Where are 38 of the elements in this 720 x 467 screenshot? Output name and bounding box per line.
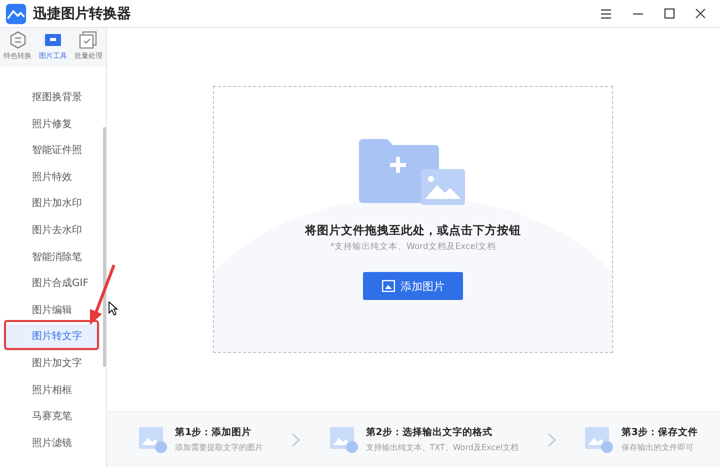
menu-item[interactable]: 智能消除笔 [6,244,100,272]
menu-item[interactable]: 马赛克笔 [6,404,100,431]
window-title: 迅捷图片转换器 [33,4,131,22]
menu-item[interactable]: 图片加文字 [6,350,100,378]
checklist-icon [79,31,98,49]
toolbox-icon [44,31,62,49]
menu-item[interactable]: 图片转文字 [6,324,100,351]
chevron-right-icon [292,432,300,446]
menu-item[interactable]: 照片特效 [6,164,100,192]
menu-item[interactable]: 图片加水印 [6,191,100,218]
step-image-icon [139,426,167,452]
menu-item[interactable]: 照片相框 [6,378,100,404]
step-title: 第2步：选择输出文字的格式 [366,426,494,439]
menu-item[interactable]: 抠图换背景 [6,85,100,112]
close-icon[interactable] [695,8,706,19]
chevron-right-icon [548,432,556,446]
logo-icon [5,2,27,24]
image-icon [382,280,394,292]
drop-title: 将图片文件拖拽至此处，或点击下方按钮 [305,223,521,238]
menu-item[interactable]: 照片修复 [6,112,100,138]
step-description: 添加需要提取文字的图片 [175,442,263,453]
step-description: 支持输出纯文本、TXT、Word及Excel文档 [366,442,519,453]
step-description: 保存输出的文件即可 [621,442,694,453]
step-title: 第3步：保存文件 [621,426,698,439]
swap-icon [8,31,27,49]
add-image-button[interactable]: 添加图片 [363,272,463,300]
menu-item[interactable]: 图片去水印 [6,218,100,245]
menu-item[interactable]: 图片编辑 [6,298,100,324]
step-image-icon [330,426,358,452]
step-title: 第1步：添加图片 [175,426,253,439]
menu-item[interactable]: 照片滤镜 [6,430,100,458]
menu-icon[interactable] [600,8,612,18]
menu-item[interactable]: 图片合成GIF [6,271,100,298]
maximize-icon[interactable] [664,8,675,19]
menu-item[interactable]: 智能证件照 [6,138,100,165]
drop-hint: *支持输出纯文本、Word文档及Excel文档 [330,241,496,253]
step-image-icon [585,426,614,452]
cursor-icon [108,301,118,316]
